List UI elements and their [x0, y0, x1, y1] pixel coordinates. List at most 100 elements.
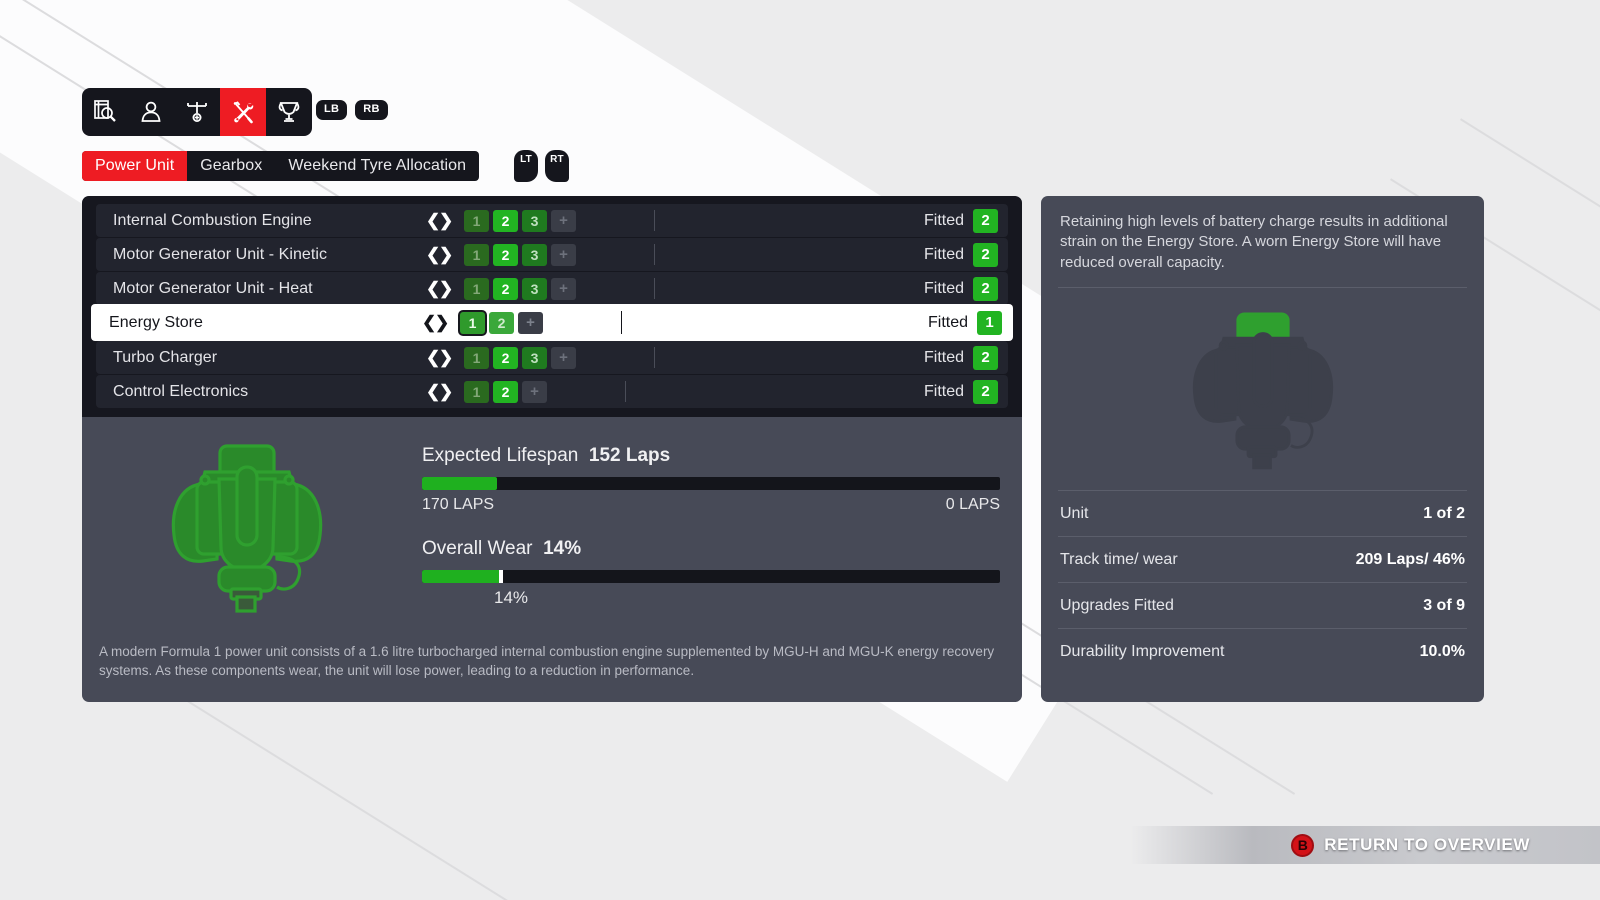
chevron-right-icon[interactable]: ❯	[439, 280, 453, 297]
unit-chip[interactable]: 1	[464, 243, 489, 266]
chevron-right-icon[interactable]: ❯	[439, 212, 453, 229]
add-unit-chip[interactable]: +	[522, 380, 547, 403]
unit-chips[interactable]: 1 2 3 +	[464, 277, 576, 300]
chevron-left-icon[interactable]: ❮	[422, 314, 436, 331]
wear-percent-label: 14%	[494, 588, 529, 607]
fitted-label: Fitted	[927, 313, 968, 331]
tools-icon[interactable]	[220, 88, 266, 136]
stepper-arrows[interactable]: ❮ ❯	[426, 349, 453, 366]
return-to-overview-label[interactable]: RETURN TO OVERVIEW	[1324, 835, 1530, 855]
stepper-arrows[interactable]: ❮ ❯	[426, 383, 453, 400]
stat-value: 3 of 9	[1423, 596, 1465, 614]
unit-chips[interactable]: 1 2 +	[464, 380, 547, 403]
table-row-selected[interactable]: Energy Store ❮ ❯ 1 2 + Fitted 1	[92, 305, 1012, 340]
bumper-rb[interactable]: RB	[355, 100, 388, 120]
lifespan-bar	[422, 477, 1000, 490]
trigger-rt[interactable]: RT	[545, 150, 569, 182]
fitted-value: 2	[973, 242, 998, 267]
fitted-area: Fitted 2	[923, 276, 1008, 301]
chevron-left-icon[interactable]: ❮	[426, 280, 440, 297]
stat-label: Upgrades Fitted	[1060, 596, 1174, 614]
chevron-left-icon[interactable]: ❮	[426, 383, 440, 400]
chevron-right-icon[interactable]: ❯	[439, 349, 453, 366]
component-name: Control Electronics	[113, 382, 249, 400]
fitted-value: 2	[973, 208, 998, 233]
unit-chips[interactable]: 1 2 3 +	[464, 346, 576, 369]
stepper-arrows[interactable]: ❮ ❯	[422, 314, 449, 331]
chevron-right-icon[interactable]: ❯	[439, 383, 453, 400]
table-row[interactable]: Control Electronics ❮ ❯ 1 2 + Fitted 2	[96, 375, 1008, 408]
unit-chip[interactable]: 2	[493, 243, 518, 266]
chevron-right-icon[interactable]: ❯	[435, 314, 449, 331]
tab-power-unit[interactable]: Power Unit	[82, 151, 188, 181]
bumper-lb[interactable]: LB	[316, 100, 348, 120]
component-name: Motor Generator Unit - Heat	[113, 279, 313, 297]
car-setup-icon[interactable]	[82, 88, 128, 136]
bumper-hints: LB RB	[316, 100, 388, 120]
table-row[interactable]: Motor Generator Unit - Heat ❮ ❯ 1 2 3 + …	[96, 272, 1008, 305]
unit-chip[interactable]: 1	[464, 277, 489, 300]
gearbox-icon[interactable]	[174, 88, 220, 136]
wear-bar	[422, 570, 1000, 583]
trophy-icon[interactable]	[266, 88, 312, 136]
expected-lifespan-label: Expected Lifespan	[422, 445, 579, 466]
component-info-panel: Retaining high levels of battery charge …	[1041, 196, 1484, 702]
stat-value: 10.0%	[1419, 642, 1465, 660]
unit-chip[interactable]: 3	[522, 346, 547, 369]
stepper-arrows[interactable]: ❮ ❯	[426, 246, 453, 263]
wear-bar-tick	[498, 570, 503, 583]
tab-gearbox[interactable]: Gearbox	[187, 151, 275, 181]
unit-chip[interactable]: 2	[493, 346, 518, 369]
tab-bar[interactable]: Power Unit Gearbox Weekend Tyre Allocati…	[82, 151, 480, 181]
overall-wear-value: 14%	[543, 538, 582, 559]
b-button-icon[interactable]: B	[1291, 833, 1315, 857]
driver-icon[interactable]	[128, 88, 174, 136]
unit-chip[interactable]: 2	[493, 380, 518, 403]
unit-chip[interactable]: 1	[464, 209, 489, 232]
bottom-action-bar: B RETURN TO OVERVIEW	[1130, 826, 1600, 864]
unit-chip[interactable]: 1	[460, 311, 485, 334]
add-unit-chip[interactable]: +	[551, 277, 576, 300]
unit-chip[interactable]: 2	[489, 311, 514, 334]
lifespan-bar-fill	[422, 477, 498, 490]
stepper-arrows[interactable]: ❮ ❯	[426, 280, 453, 297]
stepper-arrows[interactable]: ❮ ❯	[426, 212, 453, 229]
main-icon-nav[interactable]	[82, 88, 312, 136]
chevron-left-icon[interactable]: ❮	[426, 349, 440, 366]
tab-weekend-tyre-allocation[interactable]: Weekend Tyre Allocation	[275, 151, 479, 181]
unit-chip[interactable]: 2	[493, 277, 518, 300]
table-row[interactable]: Turbo Charger ❮ ❯ 1 2 3 + Fitted 2	[96, 341, 1008, 374]
unit-chip[interactable]: 3	[522, 243, 547, 266]
unit-chip[interactable]: 2	[493, 209, 518, 232]
chevron-right-icon[interactable]: ❯	[439, 246, 453, 263]
table-row[interactable]: Internal Combustion Engine ❮ ❯ 1 2 3 + F…	[96, 204, 1008, 237]
stat-row-durability-improvement: Durability Improvement 10.0%	[1058, 628, 1467, 674]
overall-wear-heading: Overall Wear 14%	[422, 538, 1000, 560]
fitted-area: Fitted 2	[924, 242, 1008, 267]
table-row[interactable]: Motor Generator Unit - Kinetic ❮ ❯ 1 2 3…	[96, 238, 1008, 271]
add-unit-chip[interactable]: +	[551, 346, 576, 369]
unit-chip[interactable]: 1	[464, 380, 489, 403]
stat-label: Durability Improvement	[1060, 642, 1225, 660]
unit-chips[interactable]: 1 2 3 +	[464, 243, 576, 266]
unit-chip[interactable]: 3	[522, 209, 547, 232]
fitted-area: Fitted 2	[924, 345, 1008, 370]
add-unit-chip[interactable]: +	[551, 209, 576, 232]
chevron-left-icon[interactable]: ❮	[426, 212, 440, 229]
component-name: Internal Combustion Engine	[113, 211, 312, 229]
trigger-lt[interactable]: LT	[514, 150, 538, 182]
stat-value: 1 of 2	[1423, 504, 1465, 522]
unit-chips[interactable]: 1 2 +	[460, 311, 543, 334]
component-description: Retaining high levels of battery charge …	[1058, 212, 1467, 289]
fitted-value: 1	[977, 310, 1002, 335]
power-unit-panel: Internal Combustion Engine ❮ ❯ 1 2 3 + F…	[82, 196, 1022, 702]
chevron-left-icon[interactable]: ❮	[426, 246, 440, 263]
fitted-value: 2	[973, 345, 998, 370]
add-unit-chip[interactable]: +	[518, 311, 543, 334]
fitted-label: Fitted	[923, 279, 964, 297]
unit-chip[interactable]: 1	[464, 346, 489, 369]
unit-chips[interactable]: 1 2 3 +	[464, 209, 576, 232]
add-unit-chip[interactable]: +	[551, 243, 576, 266]
unit-chip[interactable]: 3	[522, 277, 547, 300]
row-divider	[654, 278, 655, 299]
